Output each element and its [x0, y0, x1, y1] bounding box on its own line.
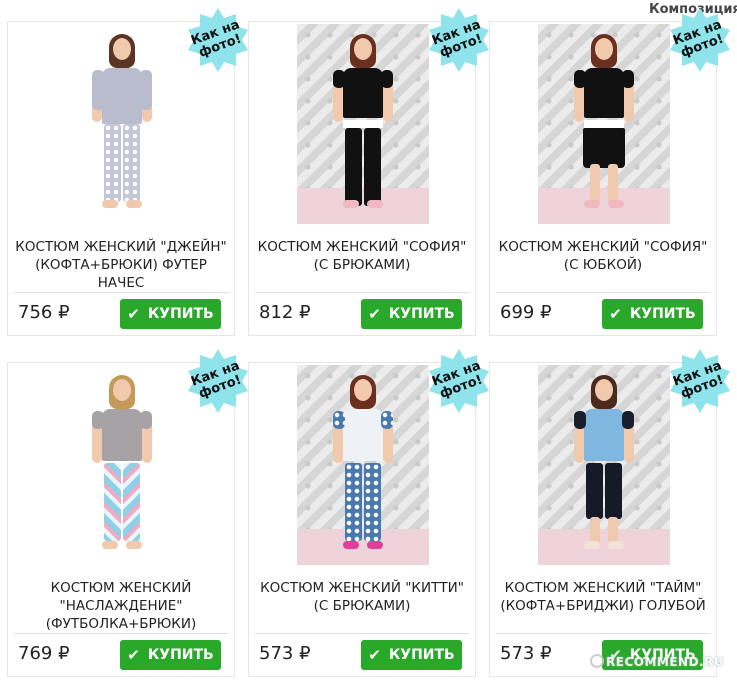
product-image[interactable]: [56, 24, 188, 224]
product-title[interactable]: КОСТЮМ ЖЕНСКИЙ "СОФИЯ" (С ЮБКОЙ): [494, 238, 712, 294]
product-price: 812 ₽: [259, 302, 311, 323]
product-price: 756 ₽: [18, 302, 70, 323]
buy-button-label: КУПИТЬ: [629, 306, 696, 322]
buy-button-label: КУПИТЬ: [147, 306, 214, 322]
as-in-photo-badge: Как на фото!: [427, 8, 491, 72]
product-title[interactable]: КОСТЮМ ЖЕНСКИЙ "ТАЙМ" (КОФТА+БРИДЖИ) ГОЛ…: [494, 579, 712, 635]
watermark: RECOMMEND.RU: [590, 654, 724, 669]
check-icon: ✔: [609, 304, 622, 323]
product-title[interactable]: КОСТЮМ ЖЕНСКИЙ "НАСЛАЖДЕНИЕ" (ФУТБОЛКА+Б…: [12, 579, 230, 635]
product-image[interactable]: [538, 24, 670, 224]
buy-button[interactable]: ✔ КУПИТЬ: [361, 299, 462, 329]
product-image[interactable]: [297, 24, 429, 224]
buy-button-label: КУПИТЬ: [388, 647, 455, 663]
buy-button-label: КУПИТЬ: [388, 306, 455, 322]
buy-button[interactable]: ✔ КУПИТЬ: [602, 299, 703, 329]
buy-button[interactable]: ✔ КУПИТЬ: [361, 640, 462, 670]
divider: [14, 292, 228, 293]
product-title[interactable]: КОСТЮМ ЖЕНСКИЙ "КИТТИ" (С БРЮКАМИ): [253, 579, 471, 635]
as-in-photo-badge: Как на фото!: [668, 8, 732, 72]
divider: [496, 633, 710, 634]
product-price: 573 ₽: [500, 643, 552, 664]
product-card[interactable]: Как на фото! КОСТЮМ ЖЕНСКИЙ "ДЖЕЙН" (КОФ…: [7, 8, 248, 336]
buy-button-label: КУПИТЬ: [147, 647, 214, 663]
check-icon: ✔: [368, 304, 381, 323]
divider: [496, 292, 710, 293]
as-in-photo-badge: Как на фото!: [427, 349, 491, 413]
as-in-photo-badge: Как на фото!: [186, 349, 250, 413]
product-card[interactable]: Как на фото! КОСТЮМ ЖЕНСКИЙ "ТАЙМ" (КОФТ…: [489, 349, 730, 677]
product-image[interactable]: [56, 365, 188, 565]
buy-button[interactable]: ✔ КУПИТЬ: [120, 640, 221, 670]
product-card[interactable]: Как на фото! КОСТЮМ ЖЕНСКИЙ "СОФИЯ" (С Б…: [248, 8, 489, 336]
divider: [255, 292, 469, 293]
product-title[interactable]: КОСТЮМ ЖЕНСКИЙ "ДЖЕЙН" (КОФТА+БРЮКИ) ФУТ…: [12, 238, 230, 294]
buy-button[interactable]: ✔ КУПИТЬ: [120, 299, 221, 329]
product-price: 699 ₽: [500, 302, 552, 323]
product-price: 769 ₽: [18, 643, 70, 664]
divider: [255, 633, 469, 634]
product-card[interactable]: Как на фото! КОСТЮМ ЖЕНСКИЙ "КИТТИ" (С Б…: [248, 349, 489, 677]
as-in-photo-badge: Как на фото!: [668, 349, 732, 413]
product-image[interactable]: [538, 365, 670, 565]
check-icon: ✔: [127, 645, 140, 664]
check-icon: ✔: [368, 645, 381, 664]
recommend-logo-icon: [590, 654, 604, 668]
as-in-photo-badge: Как на фото!: [186, 8, 250, 72]
product-card[interactable]: Как на фото! КОСТЮМ ЖЕНСКИЙ "СОФИЯ" (С Ю…: [489, 8, 730, 336]
product-title[interactable]: КОСТЮМ ЖЕНСКИЙ "СОФИЯ" (С БРЮКАМИ): [253, 238, 471, 294]
divider: [14, 633, 228, 634]
product-image[interactable]: [297, 365, 429, 565]
check-icon: ✔: [127, 304, 140, 323]
product-card[interactable]: Как на фото! КОСТЮМ ЖЕНСКИЙ "НАСЛАЖДЕНИЕ…: [7, 349, 248, 677]
product-price: 573 ₽: [259, 643, 311, 664]
